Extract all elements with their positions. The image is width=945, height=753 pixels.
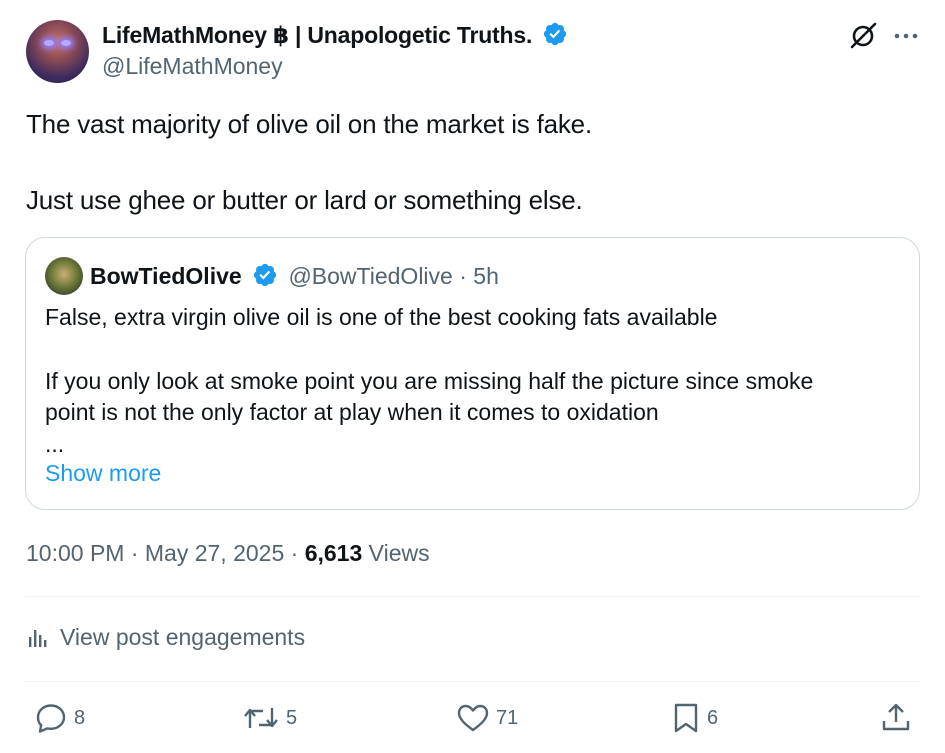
bookmark-icon: [674, 703, 698, 733]
repost-icon: [244, 708, 278, 728]
avatar-eye-left: [44, 40, 54, 46]
bookmark-count: 6: [707, 706, 719, 729]
author-name-text[interactable]: LifeMathMoney ฿ | Unapologetic Truths.: [102, 22, 532, 48]
quoted-text-ellipsis: ...: [45, 431, 65, 457]
author-avatar[interactable]: [26, 20, 89, 83]
views-label: Views: [362, 540, 430, 566]
author-handle[interactable]: @LifeMathMoney: [102, 53, 283, 80]
views-count: 6,613: [304, 540, 363, 566]
divider: [25, 596, 920, 597]
quoted-text-line: False, extra virgin olive oil is one of …: [45, 304, 718, 330]
reply-count: 8: [74, 706, 86, 729]
share-icon: [882, 703, 910, 731]
like-icon: [457, 704, 489, 732]
repost-button[interactable]: 5: [242, 702, 297, 734]
divider: [25, 681, 920, 682]
quoted-author-handle-time: @BowTiedOlive · 5h: [288, 263, 499, 289]
reply-button[interactable]: 8: [34, 702, 85, 734]
bookmark-button[interactable]: 6: [671, 702, 718, 734]
grok-icon[interactable]: [848, 21, 878, 51]
quoted-text-line: If you only look at smoke point you are …: [45, 368, 814, 394]
analytics-icon: [29, 629, 47, 647]
view-engagements-link[interactable]: View post engagements: [26, 624, 305, 651]
more-icon[interactable]: [893, 24, 919, 48]
verified-badge-icon: [253, 263, 277, 287]
post-timestamp: 10:00 PM · May 27, 2025 · 6,613 Views: [26, 540, 430, 567]
tweet-text-line: The vast majority of olive oil on the ma…: [26, 109, 592, 139]
view-engagements-label[interactable]: View post engagements: [60, 624, 305, 651]
quoted-author-avatar: [45, 257, 83, 295]
share-button[interactable]: [880, 702, 918, 734]
verified-badge-icon: [544, 22, 567, 46]
show-more-link[interactable]: Show more: [45, 460, 161, 487]
quoted-header: BowTiedOlive @BowTiedOlive · 5h: [90, 262, 499, 290]
repost-count: 5: [286, 706, 298, 729]
reply-icon: [36, 704, 66, 733]
author-name[interactable]: LifeMathMoney ฿ | Unapologetic Truths.: [102, 21, 568, 49]
quoted-author-name: BowTiedOlive: [90, 263, 242, 289]
avatar-eye-right: [61, 40, 71, 46]
tweet-text-line: Just use ghee or butter or lard or somet…: [26, 185, 583, 215]
like-count: 71: [496, 706, 519, 729]
quoted-text-line: point is not the only factor at play whe…: [45, 399, 659, 425]
quoted-tweet[interactable]: BowTiedOlive @BowTiedOlive · 5h False, e…: [25, 237, 920, 510]
post-time-date[interactable]: 10:00 PM · May 27, 2025 ·: [26, 540, 305, 566]
like-button[interactable]: 71: [456, 702, 518, 734]
